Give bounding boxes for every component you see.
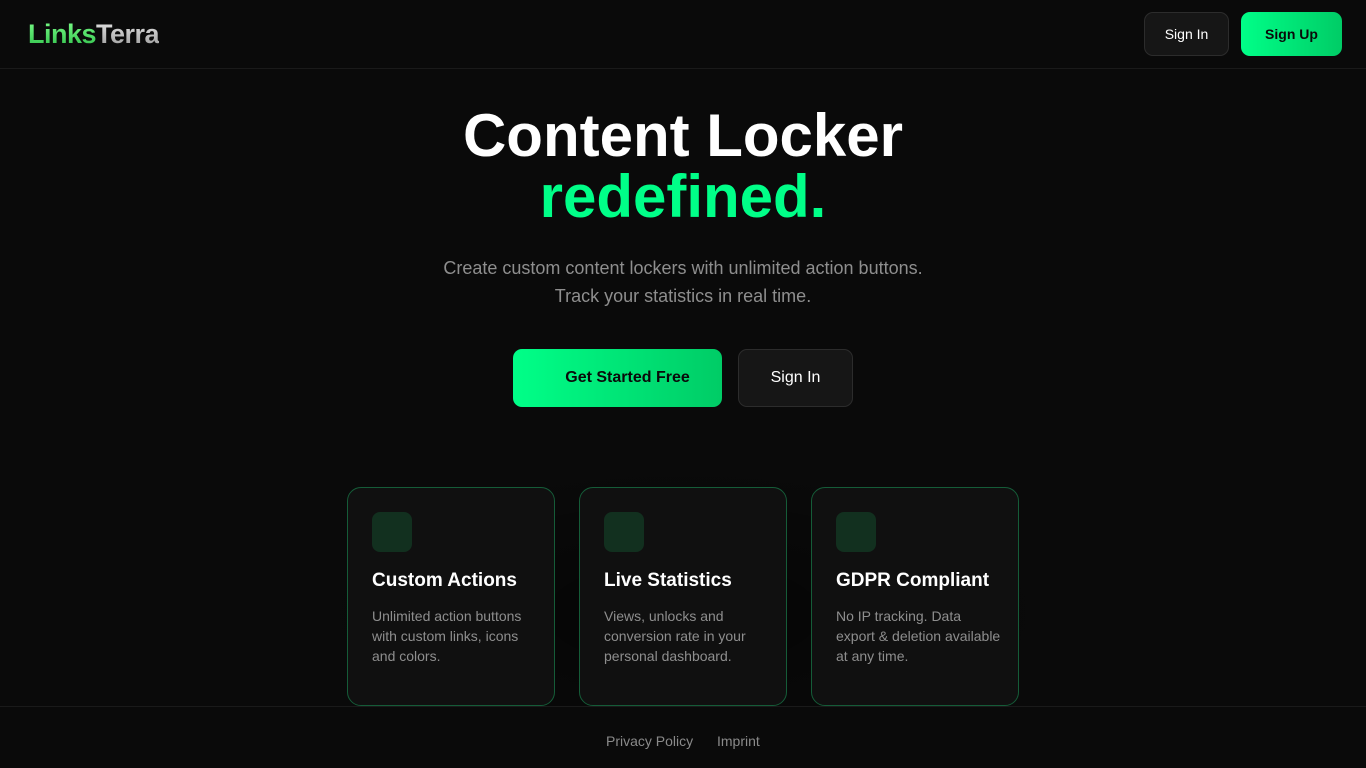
top-navbar: LinksTerra Sign In Sign Up	[0, 0, 1366, 69]
feature-card-live-statistics: Live Statistics Views, unlocks and conve…	[579, 487, 787, 706]
header-signin-button[interactable]: Sign In	[1144, 12, 1229, 56]
feature-title: GDPR Compliant	[836, 570, 990, 591]
feature-icon-placeholder	[604, 512, 644, 552]
feature-description: Unlimited action buttons with custom lin…	[372, 608, 522, 664]
hero-subtitle: Create custom content lockers with unlim…	[0, 254, 1366, 310]
header-signup-button[interactable]: Sign Up	[1241, 12, 1342, 56]
imprint-link[interactable]: Imprint	[717, 733, 760, 749]
feature-card-gdpr-compliant: GDPR Compliant No IP tracking. Data expo…	[811, 487, 1019, 706]
feature-title: Live Statistics	[604, 570, 732, 591]
logo-text-links: Links	[28, 19, 97, 49]
brand-logo[interactable]: LinksTerra	[28, 17, 160, 51]
page-footer: Privacy Policy Imprint	[0, 706, 1366, 768]
hero-signin-button[interactable]: Sign In	[738, 349, 853, 407]
hero-subtitle-line-1: Create custom content lockers with unlim…	[443, 258, 923, 278]
hero-title-accent: redefined.	[539, 163, 827, 230]
hero-title: Content Locker	[462, 102, 904, 169]
feature-icon-placeholder	[372, 512, 412, 552]
feature-icon-placeholder	[836, 512, 876, 552]
feature-title: Custom Actions	[372, 570, 517, 591]
feature-card-custom-actions: Custom Actions Unlimited action buttons …	[347, 487, 555, 706]
feature-description: No IP tracking. Data export & deletion a…	[836, 608, 1001, 664]
get-started-button[interactable]: Get Started Free	[513, 349, 722, 407]
hero-subtitle-line-2: Track your statistics in real time.	[554, 286, 812, 306]
logo-text-terra: Terra	[96, 19, 160, 49]
feature-description: Views, unlocks and conversion rate in yo…	[604, 608, 746, 664]
privacy-policy-link[interactable]: Privacy Policy	[606, 733, 693, 749]
